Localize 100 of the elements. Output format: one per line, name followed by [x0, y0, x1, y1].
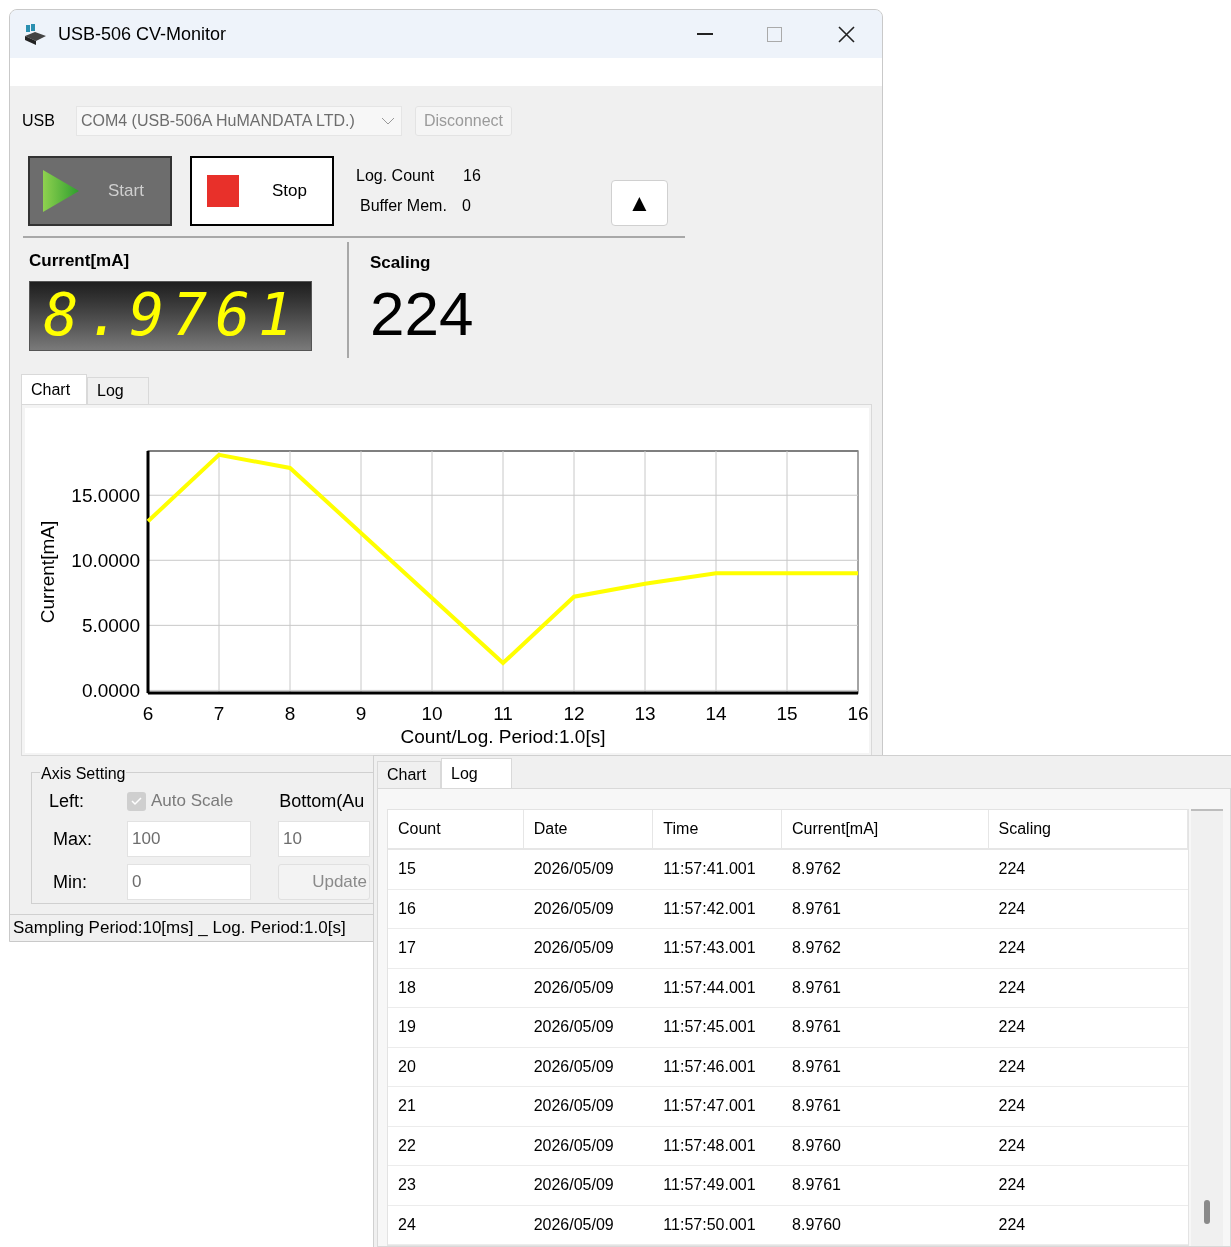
table-cell-text: 2026/05/09	[532, 1056, 615, 1077]
check-icon	[131, 796, 142, 806]
tab[interactable]: Chart	[377, 761, 441, 788]
stop-icon	[207, 175, 239, 207]
table-cell-text: 11:57:47.001	[662, 1096, 757, 1117]
table-cell-text: 224	[997, 1096, 1027, 1117]
counter-label: Buffer Mem.	[360, 196, 448, 216]
column-header[interactable]: Time	[653, 810, 783, 848]
table-cell-text: 8.9761	[791, 977, 842, 998]
tab[interactable]: Log	[441, 758, 512, 788]
counter-value: 16	[463, 166, 481, 186]
x-tick-label: 16	[847, 703, 869, 724]
stop-button[interactable]: Stop	[190, 156, 334, 226]
bottom-axis-label: Bottom(Au	[279, 789, 365, 813]
bottom-max-field[interactable]: 10	[278, 821, 370, 857]
table-cell-text: 2026/05/09	[532, 1175, 615, 1196]
counter-value: 0	[462, 196, 471, 216]
scrollbar[interactable]	[1191, 809, 1223, 1246]
table-cell-text: 224	[997, 1135, 1027, 1156]
table-cell-text: 11:57:50.001	[662, 1214, 757, 1235]
y-tick-label: 10.0000	[71, 550, 140, 572]
scrollbar-thumb[interactable]	[1204, 1200, 1210, 1224]
x-tick-label: 12	[563, 703, 585, 724]
table-cell-text: 8.9762	[791, 938, 842, 959]
column-header[interactable]: Scaling	[988, 810, 1188, 848]
current-label: Current[mA]	[29, 250, 131, 272]
table-cell-text: 8.9760	[791, 1135, 842, 1156]
table-cell-text: 224	[997, 977, 1027, 998]
port-dropdown[interactable]: COM4 (USB-506A HuMANDATA LTD.)	[75, 106, 402, 136]
x-axis-title: Count/Log. Period:1.0[s]	[400, 726, 606, 747]
table-cell-text: 2026/05/09	[532, 859, 615, 880]
x-tick-label: 13	[634, 703, 656, 724]
x-tick-label: 11	[493, 703, 513, 724]
play-icon	[42, 169, 80, 213]
table-cell-text: 2026/05/09	[532, 1096, 615, 1117]
table-cell-text: 15	[397, 859, 417, 880]
x-tick-label: 8	[284, 703, 296, 724]
table-cell-text: 22	[397, 1135, 417, 1156]
maximize-icon[interactable]	[767, 26, 782, 42]
x-tick-label: 15	[776, 703, 798, 724]
table-cell-text: 2026/05/09	[532, 938, 615, 959]
max-label: Max:	[53, 827, 93, 851]
table-cell-text: 2026/05/09	[532, 977, 615, 998]
table-cell-text: 8.9762	[791, 859, 842, 880]
x-tick-label: 10	[421, 703, 443, 724]
tab[interactable]: Chart	[21, 374, 87, 404]
table-cell-text: 11:57:48.001	[662, 1135, 757, 1156]
table-cell-text: 11:57:43.001	[662, 938, 757, 959]
table-cell-text: 17	[397, 938, 417, 959]
min-label: Min:	[53, 870, 88, 894]
table-cell-text: 8.9761	[791, 1017, 842, 1038]
table-cell-text: 224	[997, 898, 1027, 919]
table-cell-text: 224	[997, 1214, 1027, 1235]
column-header[interactable]: Date	[523, 810, 654, 848]
x-tick-label: 9	[355, 703, 367, 724]
table-cell-text: 8.9761	[791, 1175, 842, 1196]
table-cell-text: 224	[997, 1056, 1027, 1077]
table-cell-text: 2026/05/09	[532, 1017, 615, 1038]
left-axis-label: Left:	[49, 789, 86, 813]
y-axis-title: Current[mA]	[37, 520, 58, 624]
app-logo-icon	[22, 22, 48, 46]
table-cell-text: 11:57:49.001	[662, 1175, 757, 1196]
table-cell-text: 8.9761	[791, 1096, 842, 1117]
table-cell-text: 24	[397, 1214, 417, 1235]
x-tick-label: 6	[142, 703, 154, 724]
scaling-label: Scaling	[370, 252, 432, 274]
y-tick-label: 0.0000	[81, 680, 140, 702]
min-field[interactable]: 0	[127, 864, 251, 900]
table-cell-text: 11:57:45.001	[662, 1017, 757, 1038]
table-cell-text: 11:57:41.001	[662, 859, 757, 880]
table-cell-text: 8.9761	[791, 1056, 842, 1077]
table-cell-text: 21	[397, 1096, 417, 1117]
table-cell-text: 20	[397, 1056, 417, 1077]
table-cell-text: 2026/05/09	[532, 1214, 615, 1235]
table-cell-text: 224	[997, 859, 1027, 880]
table-cell-text: 224	[997, 938, 1027, 959]
max-field[interactable]: 100	[127, 821, 251, 857]
window-title: USB-506 CV-Monitor	[58, 22, 227, 46]
table-cell-text: 11:57:44.001	[662, 977, 757, 998]
table-cell-text: 18	[397, 977, 417, 998]
x-tick-label: 7	[213, 703, 225, 724]
table-cell-text: 224	[997, 1017, 1027, 1038]
table-cell-text: 2026/05/09	[532, 1135, 615, 1156]
table-cell-text: 8.9760	[791, 1214, 842, 1235]
scaling-value: 224	[370, 277, 474, 350]
table-cell-text: 23	[397, 1175, 417, 1196]
y-tick-label: 5.0000	[81, 615, 140, 637]
column-header[interactable]: Current[mA]	[782, 810, 989, 848]
x-tick-label: 14	[705, 703, 727, 724]
y-tick-label: 15.0000	[71, 485, 140, 507]
counter-label: Log. Count	[356, 166, 436, 186]
usb-label: USB	[22, 111, 55, 131]
close-icon[interactable]	[838, 25, 855, 43]
table-cell-text: 11:57:46.001	[662, 1056, 757, 1077]
table-cell-text: 224	[997, 1175, 1027, 1196]
chevron-down-icon	[380, 117, 395, 125]
column-header[interactable]: Count	[388, 810, 524, 848]
tab[interactable]: Log	[87, 377, 149, 404]
collapse-button[interactable]: ▲	[610, 180, 668, 226]
table-cell-text: 19	[397, 1017, 417, 1038]
